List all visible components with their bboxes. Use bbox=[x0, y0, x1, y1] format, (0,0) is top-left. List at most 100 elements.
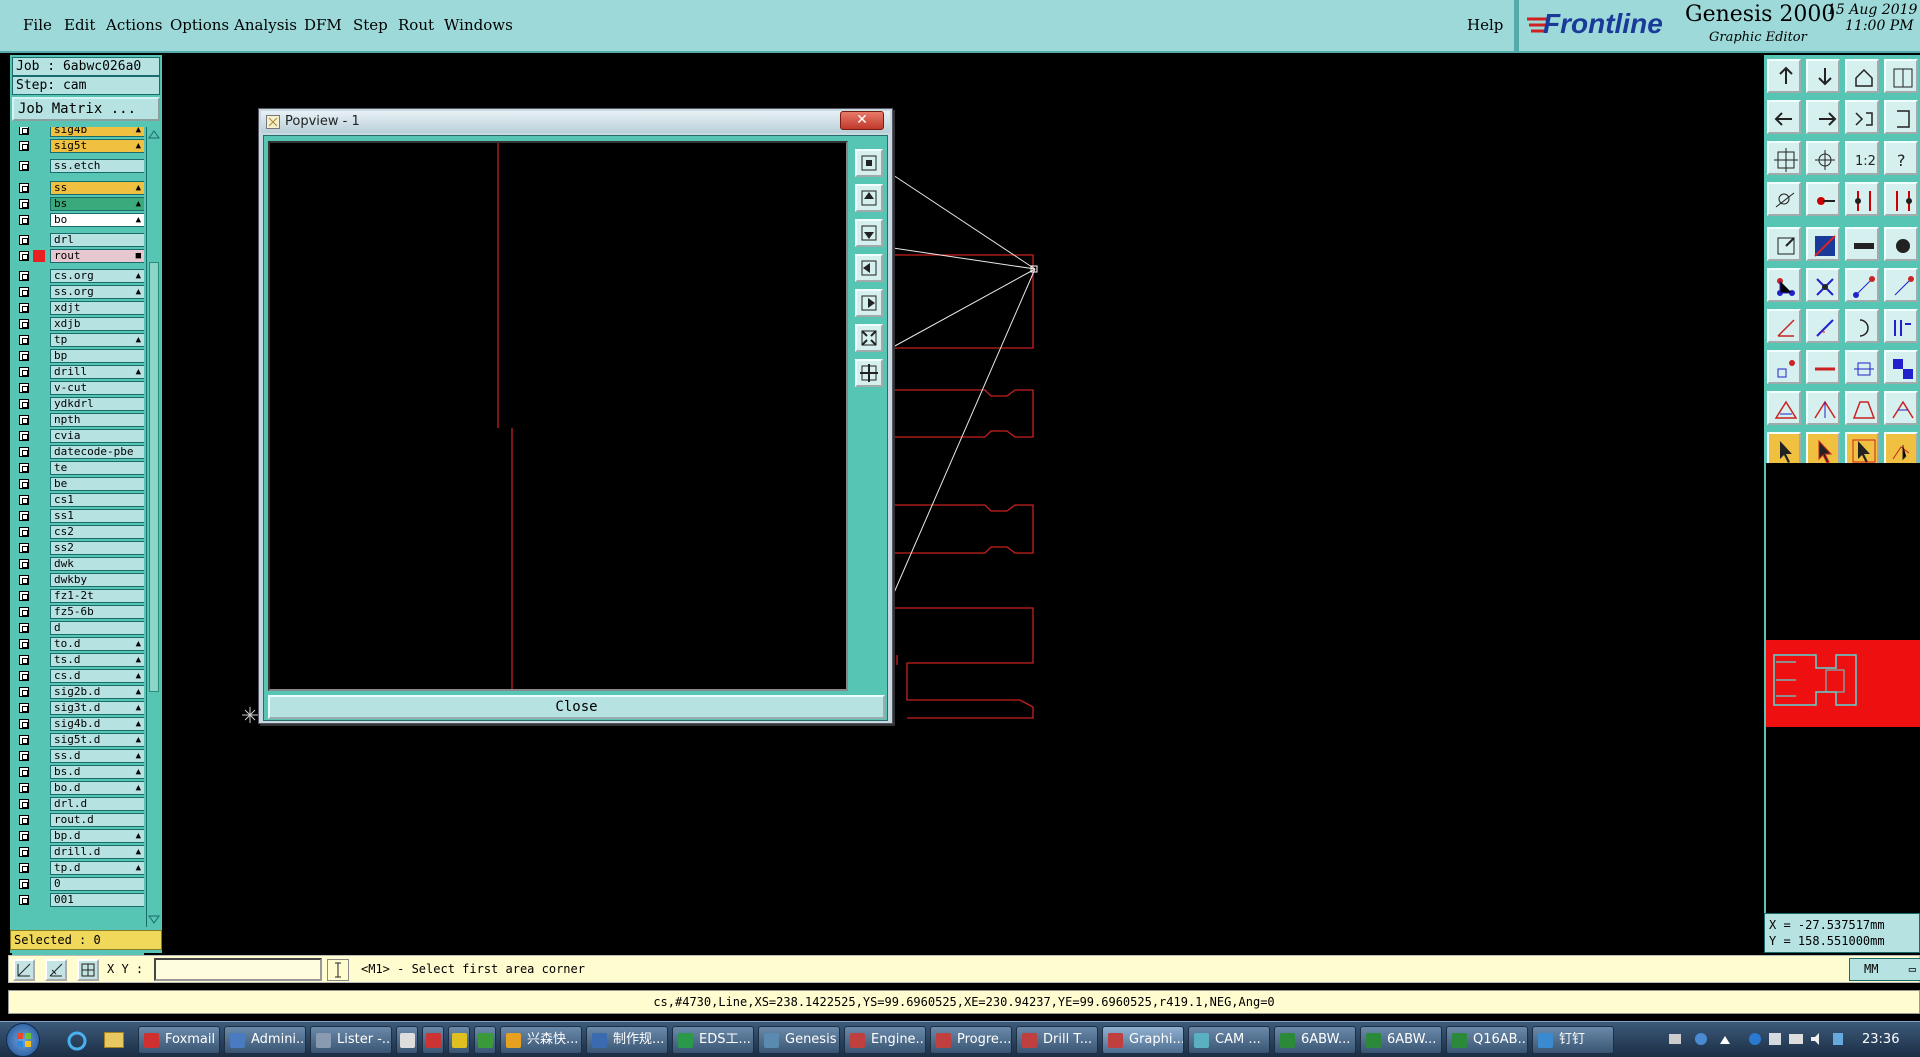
layer-name[interactable]: ss.org ▲ bbox=[50, 285, 144, 299]
layer-name[interactable]: ss.d ▲ bbox=[50, 749, 144, 763]
taskbar-item[interactable]: 制作规... bbox=[586, 1026, 668, 1054]
menu-edit[interactable]: Edit bbox=[64, 16, 95, 34]
layer-checkbox[interactable] bbox=[19, 251, 29, 261]
layer-checkbox[interactable] bbox=[19, 751, 29, 761]
taskbar-item[interactable] bbox=[474, 1026, 496, 1054]
layer-row[interactable]: ydkdrl bbox=[14, 397, 144, 411]
explorer-quicklaunch-icon[interactable] bbox=[104, 1032, 124, 1048]
text-cursor-button[interactable] bbox=[327, 959, 349, 981]
menu-dfm[interactable]: DFM bbox=[304, 16, 342, 34]
layer-name[interactable]: sig5t ▲ bbox=[50, 139, 144, 153]
layer-checkbox[interactable] bbox=[19, 639, 29, 649]
layer-row[interactable]: te bbox=[14, 461, 144, 475]
layer-name[interactable]: rout.d bbox=[50, 813, 144, 827]
tool-right-button[interactable] bbox=[1806, 100, 1840, 134]
tool-edit-line-button[interactable] bbox=[1806, 309, 1840, 343]
tool-zoom-window-button[interactable] bbox=[1767, 141, 1801, 175]
layer-checkbox[interactable] bbox=[19, 287, 29, 297]
layer-checkbox[interactable] bbox=[19, 671, 29, 681]
layer-row[interactable]: fz1-2t bbox=[14, 589, 144, 603]
layer-row[interactable]: dwk bbox=[14, 557, 144, 571]
layer-row[interactable]: dwkby bbox=[14, 573, 144, 587]
tool-step-out-button[interactable] bbox=[1884, 100, 1918, 134]
tool-zoom-center-button[interactable] bbox=[1806, 141, 1840, 175]
layer-row[interactable]: bo.d ▲ bbox=[14, 781, 144, 795]
layer-checkbox[interactable] bbox=[19, 141, 29, 151]
layer-row[interactable]: drill ▲ bbox=[14, 365, 144, 379]
tool-pointer-box-button[interactable] bbox=[1845, 432, 1879, 466]
taskbar-item[interactable]: Graphi... bbox=[1102, 1026, 1184, 1054]
layer-row[interactable]: npth bbox=[14, 413, 144, 427]
layer-row[interactable]: sig2b.d ▲ bbox=[14, 685, 144, 699]
menu-analysis[interactable]: Analysis bbox=[234, 16, 297, 34]
taskbar-item[interactable]: 6ABW... bbox=[1360, 1026, 1442, 1054]
layer-name[interactable]: fz1-2t bbox=[50, 589, 144, 603]
layer-name[interactable]: drl.d bbox=[50, 797, 144, 811]
layer-checkbox[interactable] bbox=[19, 735, 29, 745]
tool-triangle-split-button[interactable] bbox=[1806, 391, 1840, 425]
tool-add-feature-button[interactable] bbox=[1767, 268, 1801, 302]
popview-pan-down-button[interactable] bbox=[855, 219, 883, 247]
layer-name[interactable]: sig5t.d ▲ bbox=[50, 733, 144, 747]
tool-probe-button[interactable] bbox=[1806, 182, 1840, 216]
layer-row[interactable]: cs1 bbox=[14, 493, 144, 507]
layer-name[interactable]: rout ■ bbox=[50, 249, 144, 263]
layer-checkbox[interactable] bbox=[19, 383, 29, 393]
layer-row[interactable]: cvia bbox=[14, 429, 144, 443]
tool-attributes-button[interactable] bbox=[1884, 350, 1918, 384]
taskbar-item[interactable]: CAM ... bbox=[1188, 1026, 1270, 1054]
layer-row[interactable]: xdjt bbox=[14, 301, 144, 315]
layer-name[interactable]: cvia bbox=[50, 429, 144, 443]
layer-checkbox[interactable] bbox=[19, 847, 29, 857]
ie-quicklaunch-icon[interactable] bbox=[66, 1030, 88, 1052]
layer-row[interactable]: sig4b.d ▲ bbox=[14, 717, 144, 731]
taskbar-item[interactable] bbox=[422, 1026, 444, 1054]
layer-name[interactable]: sig2b.d ▲ bbox=[50, 685, 144, 699]
tool-measure-left-button[interactable] bbox=[1845, 182, 1879, 216]
tool-split-button[interactable] bbox=[1884, 59, 1918, 93]
layer-row[interactable]: bs.d ▲ bbox=[14, 765, 144, 779]
popview-pan-right-button[interactable] bbox=[855, 289, 883, 317]
start-button[interactable] bbox=[6, 1023, 40, 1057]
layer-row[interactable]: datecode-pbe bbox=[14, 445, 144, 459]
layer-name[interactable]: bo.d ▲ bbox=[50, 781, 144, 795]
layer-row[interactable]: rout ■ bbox=[14, 249, 144, 263]
layer-name[interactable]: xdjb bbox=[50, 317, 144, 331]
layer-name[interactable]: to.d ▲ bbox=[50, 637, 144, 651]
layer-checkbox[interactable] bbox=[19, 399, 29, 409]
layer-name[interactable]: drill ▲ bbox=[50, 365, 144, 379]
units-selector[interactable]: MM ▭ bbox=[1849, 958, 1920, 981]
layer-name[interactable]: sig4b.d ▲ bbox=[50, 717, 144, 731]
layer-list-scrollbar[interactable] bbox=[146, 127, 160, 927]
layer-row[interactable]: be bbox=[14, 477, 144, 491]
tool-arc-button[interactable] bbox=[1845, 309, 1879, 343]
layer-checkbox[interactable] bbox=[19, 479, 29, 489]
scroll-thumb[interactable] bbox=[149, 262, 159, 692]
layer-name[interactable]: 0 bbox=[50, 877, 144, 891]
popview-zoom-out-button[interactable] bbox=[855, 324, 883, 352]
tool-pointer-path-button[interactable] bbox=[1884, 432, 1918, 466]
tool-trapezoid-button[interactable] bbox=[1845, 391, 1879, 425]
layer-checkbox[interactable] bbox=[19, 895, 29, 905]
layer-checkbox[interactable] bbox=[19, 543, 29, 553]
layer-checkbox[interactable] bbox=[19, 271, 29, 281]
layer-name[interactable]: bp bbox=[50, 349, 144, 363]
layer-checkbox[interactable] bbox=[19, 527, 29, 537]
layer-row[interactable]: ss.etch bbox=[14, 159, 144, 173]
popview-close-icon[interactable]: ✕ bbox=[840, 111, 884, 130]
tool-pointer-button[interactable] bbox=[1767, 432, 1801, 466]
tool-home-button[interactable] bbox=[1845, 59, 1879, 93]
layer-name[interactable]: ss2 bbox=[50, 541, 144, 555]
tool-pad-button[interactable] bbox=[1884, 227, 1918, 261]
scroll-down-icon[interactable] bbox=[148, 915, 160, 925]
layer-row[interactable]: fz5-6b bbox=[14, 605, 144, 619]
layer-row[interactable]: drill.d ▲ bbox=[14, 845, 144, 859]
tool-up-button[interactable] bbox=[1767, 59, 1801, 93]
taskbar-item[interactable]: Progre... bbox=[930, 1026, 1012, 1054]
layer-checkbox[interactable] bbox=[19, 607, 29, 617]
popview-close-button[interactable]: Close bbox=[268, 695, 885, 719]
layer-checkbox[interactable] bbox=[19, 623, 29, 633]
layer-name[interactable]: tp.d ▲ bbox=[50, 861, 144, 875]
layer-checkbox[interactable] bbox=[19, 719, 29, 729]
layer-name[interactable]: npth bbox=[50, 413, 144, 427]
